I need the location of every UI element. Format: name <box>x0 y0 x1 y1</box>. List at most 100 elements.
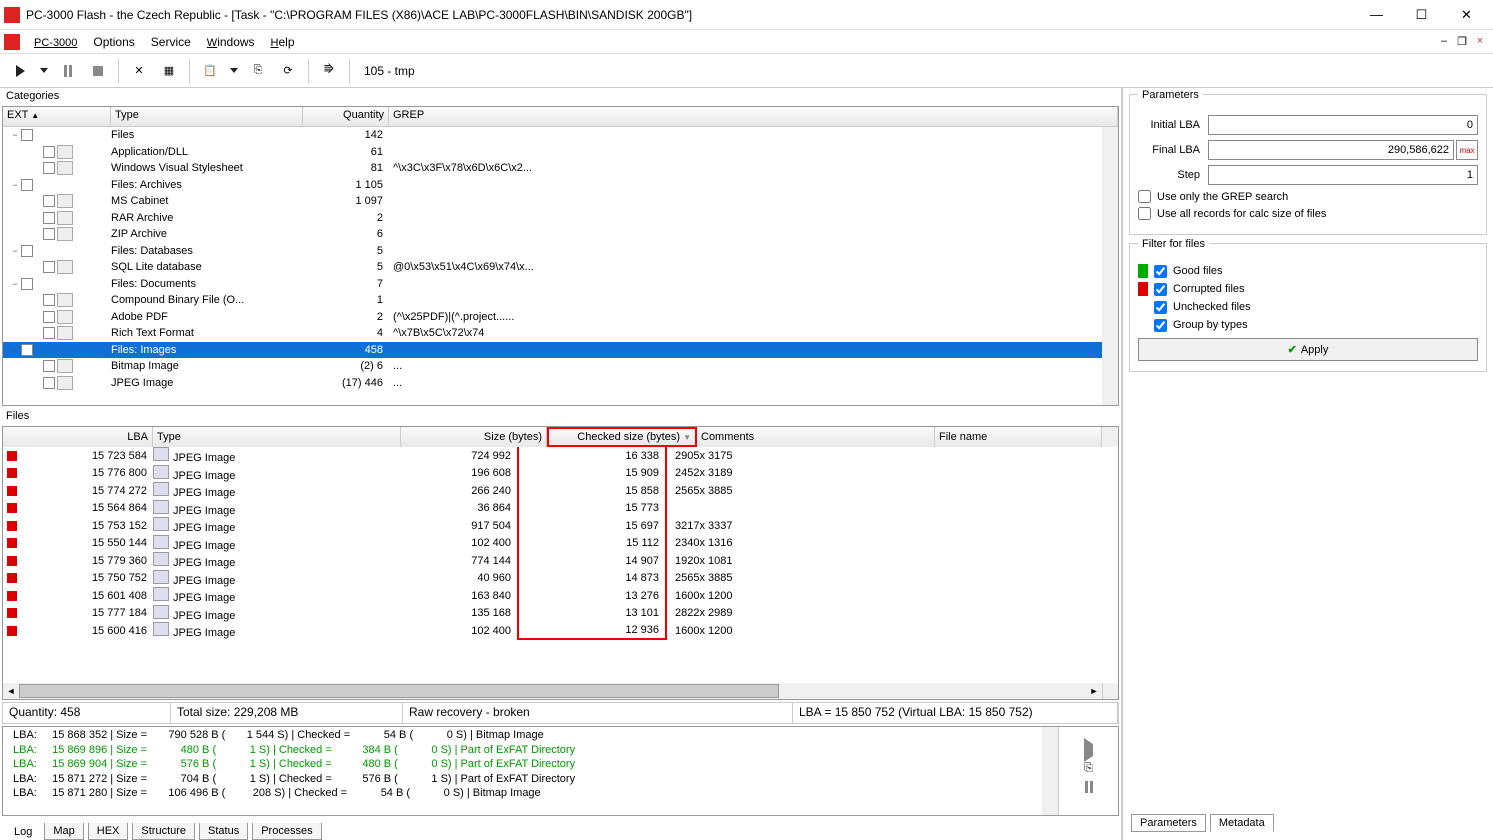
tab-metadata[interactable]: Metadata <box>1210 814 1274 832</box>
corrupted-indicator-icon <box>7 556 17 566</box>
log-export-icon[interactable]: ⎘ <box>1084 762 1093 775</box>
category-row[interactable]: Application/DLL61 <box>3 144 1118 161</box>
tab-processes[interactable]: Processes <box>252 823 321 840</box>
play-menu-button[interactable] <box>36 57 52 85</box>
category-row[interactable]: Windows Visual Stylesheet81^\x3C\x3F\x78… <box>3 160 1118 177</box>
scroll-left-icon[interactable]: ◄ <box>3 686 19 696</box>
file-row[interactable]: 15 723 584JPEG Image724 99216 3382905x 3… <box>3 447 1118 465</box>
status-quantity: Quantity: 458 <box>3 703 171 723</box>
category-row[interactable]: JPEG Image(17) 446... <box>3 375 1118 392</box>
minimize-button[interactable]: — <box>1354 1 1399 29</box>
menu-help[interactable]: Help <box>263 33 303 51</box>
category-row[interactable]: Compound Binary File (O...1 <box>3 292 1118 309</box>
file-row[interactable]: 15 600 416JPEG Image102 40012 9361600x 1… <box>3 622 1118 640</box>
max-button[interactable]: max <box>1456 140 1478 160</box>
col-size[interactable]: Size (bytes) <box>401 427 547 447</box>
group-by-types-checkbox[interactable] <box>1154 319 1167 332</box>
file-row[interactable]: 15 750 752JPEG Image40 96014 8732565x 38… <box>3 570 1118 588</box>
tab-status[interactable]: Status <box>199 823 248 840</box>
category-row[interactable]: MS Cabinet1 097 <box>3 193 1118 210</box>
final-lba-input[interactable] <box>1208 140 1454 160</box>
log-content[interactable]: LBA: 15 868 352 | Size = 790 528 B ( 1 5… <box>3 727 1042 815</box>
category-row[interactable]: −Files: Databases5 <box>3 243 1118 260</box>
export-button[interactable]: ⎘ <box>244 57 272 85</box>
window-title: PC-3000 Flash - the Czech Republic - [Ta… <box>26 8 1354 22</box>
file-row[interactable]: 15 564 864JPEG Image36 86415 773 <box>3 500 1118 518</box>
tools-button[interactable]: ✕ <box>125 57 153 85</box>
col-lba[interactable]: LBA <box>3 427 153 447</box>
file-row[interactable]: 15 777 184JPEG Image135 16813 1012822x 2… <box>3 605 1118 623</box>
app-icon <box>4 7 20 23</box>
col-ext[interactable]: EXT ▲ <box>3 107 111 126</box>
log-scrollbar[interactable] <box>1042 727 1058 815</box>
files-body[interactable]: 15 723 584JPEG Image724 99216 3382905x 3… <box>3 447 1118 683</box>
file-row[interactable]: 15 779 360JPEG Image774 14414 9071920x 1… <box>3 552 1118 570</box>
log-play-icon[interactable] <box>1084 744 1093 756</box>
good-files-checkbox[interactable] <box>1154 265 1167 278</box>
close-button[interactable]: ✕ <box>1444 1 1489 29</box>
scroll-thumb[interactable] <box>19 684 779 698</box>
grep-only-checkbox[interactable] <box>1138 190 1151 203</box>
category-row[interactable]: RAR Archive2 <box>3 210 1118 227</box>
corrupted-indicator-icon <box>7 521 17 531</box>
menu-windows[interactable]: Windows <box>199 33 263 51</box>
step-input[interactable] <box>1208 165 1478 185</box>
exit-button[interactable]: ⭆ <box>315 57 343 85</box>
col-checked-size[interactable]: Checked size (bytes) ▼ <box>547 427 697 447</box>
mdi-restore-button[interactable]: ❐ <box>1453 35 1471 48</box>
col-filename[interactable]: File name <box>935 427 1102 447</box>
tab-structure[interactable]: Structure <box>132 823 195 840</box>
categories-body[interactable]: −Files142Application/DLL61Windows Visual… <box>3 127 1118 405</box>
category-row[interactable]: −Files142 <box>3 127 1118 144</box>
categories-scrollbar[interactable] <box>1102 127 1118 405</box>
category-row[interactable]: −Files: Archives1 105 <box>3 177 1118 194</box>
file-row[interactable]: 15 774 272JPEG Image266 24015 8582565x 3… <box>3 482 1118 500</box>
mdi-minimize-button[interactable]: – <box>1435 35 1453 48</box>
category-row[interactable]: SQL Lite database5@0\x53\x51\x4C\x69\x74… <box>3 259 1118 276</box>
category-row[interactable]: −Files: Images458 <box>3 342 1118 359</box>
col-grep[interactable]: GREP <box>389 107 1118 126</box>
stop-button[interactable] <box>84 57 112 85</box>
file-row[interactable]: 15 753 152JPEG Image917 50415 6973217x 3… <box>3 517 1118 535</box>
file-row[interactable]: 15 550 144JPEG Image102 40015 1122340x 1… <box>3 535 1118 553</box>
categories-panel: EXT ▲ Type Quantity GREP −Files142Applic… <box>2 106 1119 406</box>
scroll-right-icon[interactable]: ► <box>1086 686 1102 696</box>
menu-options[interactable]: Options <box>85 33 142 51</box>
category-row[interactable]: Adobe PDF2(^\x25PDF)|(^.project...... <box>3 309 1118 326</box>
category-row[interactable]: ZIP Archive6 <box>3 226 1118 243</box>
apply-button[interactable]: ✔Apply <box>1138 338 1478 361</box>
pause-button[interactable] <box>54 57 82 85</box>
refresh-button[interactable]: ⟳ <box>274 57 302 85</box>
play-button[interactable] <box>6 57 34 85</box>
tab-map[interactable]: Map <box>44 823 83 840</box>
menu-pc3000[interactable]: PC-3000 <box>26 33 85 51</box>
col-type[interactable]: Type <box>111 107 303 126</box>
status-lba: LBA = 15 850 752 (Virtual LBA: 15 850 75… <box>793 703 1118 723</box>
menu-service[interactable]: Service <box>143 33 199 51</box>
grid-button[interactable]: ▦ <box>155 57 183 85</box>
log-line: LBA: 15 869 896 | Size = 480 B ( 1 S) | … <box>13 744 1032 759</box>
all-records-checkbox[interactable] <box>1138 207 1151 220</box>
col-comments[interactable]: Comments <box>697 427 935 447</box>
corrupted-files-checkbox[interactable] <box>1154 283 1167 296</box>
tab-hex[interactable]: HEX <box>88 823 129 840</box>
category-row[interactable]: Bitmap Image(2) 6... <box>3 358 1118 375</box>
category-row[interactable]: Rich Text Format4^\x7B\x5C\x72\x74 <box>3 325 1118 342</box>
file-row[interactable]: 15 601 408JPEG Image163 84013 2761600x 1… <box>3 587 1118 605</box>
save-button[interactable]: 📋 <box>196 57 224 85</box>
col-filetype[interactable]: Type <box>153 427 401 447</box>
save-menu-button[interactable] <box>226 57 242 85</box>
mdi-close-button[interactable]: × <box>1471 35 1489 48</box>
category-row[interactable]: −Files: Documents7 <box>3 276 1118 293</box>
unchecked-files-checkbox[interactable] <box>1154 301 1167 314</box>
file-row[interactable]: 15 776 800JPEG Image196 60815 9092452x 3… <box>3 465 1118 483</box>
tab-log[interactable]: Log <box>6 824 40 840</box>
tab-parameters[interactable]: Parameters <box>1131 814 1206 832</box>
maximize-button[interactable]: ☐ <box>1399 1 1444 29</box>
initial-lba-input[interactable] <box>1208 115 1478 135</box>
window-titlebar: PC-3000 Flash - the Czech Republic - [Ta… <box>0 0 1493 30</box>
col-quantity[interactable]: Quantity <box>303 107 389 126</box>
log-pause-icon[interactable] <box>1085 781 1093 793</box>
files-hscrollbar[interactable]: ◄ ► <box>3 683 1118 699</box>
categories-header: EXT ▲ Type Quantity GREP <box>3 107 1118 127</box>
